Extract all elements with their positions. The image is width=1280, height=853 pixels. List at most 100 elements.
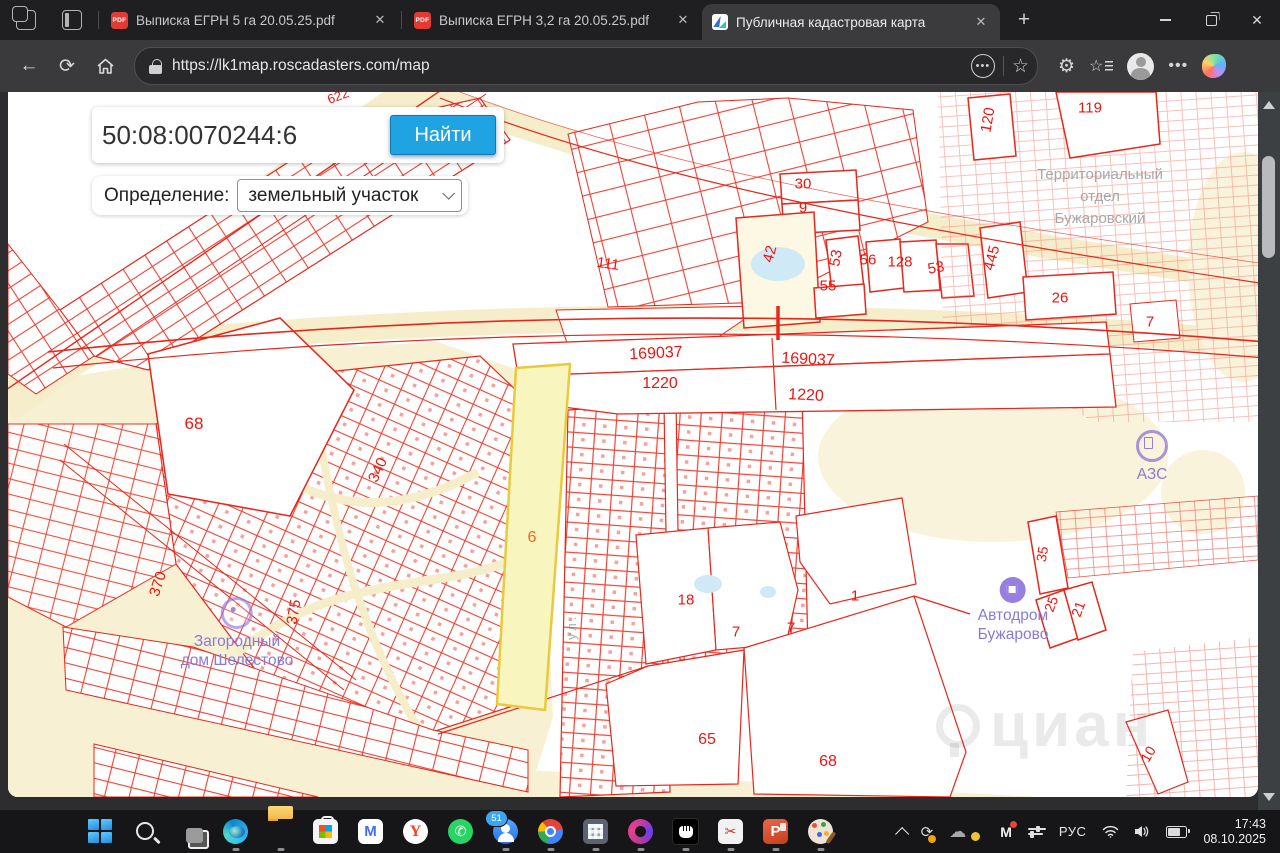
m-notify-icon[interactable]: M: [1000, 824, 1012, 840]
url-text[interactable]: https://lk1map.roscadasters.com/map: [172, 57, 971, 75]
onedrive-cloud-icon[interactable]: ☁: [949, 822, 966, 842]
poi-label: АЗС: [1137, 465, 1168, 484]
map-page: 6221113094253555612853445261201197169037…: [8, 92, 1258, 797]
site-more-icon[interactable]: •••: [971, 54, 995, 78]
tab-title: Выписка ЕГРН 3,2 га 20.05.25.pdf: [439, 13, 666, 28]
taskbar-yandex-browser[interactable]: Y: [393, 810, 438, 853]
tab-title: Выписка ЕГРН 5 га 20.05.25.pdf: [136, 13, 363, 28]
more-ellipsis-icon[interactable]: •••: [1168, 57, 1188, 75]
object-type-panel: Определение: земельный участок: [92, 176, 468, 215]
chevron-down-icon: [442, 187, 455, 200]
taskbar-fist-app[interactable]: [663, 810, 708, 853]
poi-racetrack[interactable]: АвтодромБужарово: [978, 577, 1049, 644]
taskbar-chrome[interactable]: [528, 810, 573, 853]
workspaces-icon[interactable]: [16, 10, 36, 30]
volume-icon[interactable]: [1135, 825, 1150, 838]
resort-pin-icon: [221, 597, 253, 629]
edge-icon: [223, 819, 248, 844]
favorite-star-icon[interactable]: ☆: [1012, 55, 1029, 78]
wifi-icon[interactable]: [1102, 825, 1119, 838]
favorites-bar-icon[interactable]: ☆: [1089, 56, 1113, 76]
start-button[interactable]: [78, 810, 123, 853]
watermark-pin-icon: [936, 704, 980, 748]
start-icon: [88, 819, 113, 844]
gas-station-pin-icon: [1136, 430, 1168, 462]
taskbar-paint[interactable]: [798, 810, 843, 853]
kadastr-map-icon: [712, 14, 728, 30]
language-indicator[interactable]: РУС: [1059, 824, 1087, 839]
extensions-icon[interactable]: ⚙: [1058, 55, 1075, 78]
admin-office-label: Территориальный отдел Бужаровский: [1037, 164, 1163, 230]
home-icon[interactable]: [88, 49, 122, 83]
taskbar-powerpoint[interactable]: P: [753, 810, 798, 853]
find-button[interactable]: Найти: [390, 115, 496, 155]
copilot-icon[interactable]: [1202, 54, 1226, 78]
mixer-icon[interactable]: [1028, 825, 1043, 838]
clock-time: 17:43: [1203, 817, 1266, 832]
taskbar-max-messenger[interactable]: M: [348, 810, 393, 853]
back-icon[interactable]: ←: [12, 49, 46, 83]
browser-tab-bar: PDF Выписка ЕГРН 5 га 20.05.25.pdf ✕ PDF…: [0, 0, 1280, 40]
lock-icon[interactable]: [149, 59, 162, 74]
system-tray: ⟳ ☁ M РУС 17:43 08.10.2025: [895, 817, 1280, 847]
scroll-down-icon[interactable]: [1263, 793, 1275, 801]
tab-close-icon[interactable]: ✕: [371, 12, 389, 28]
new-tab-button[interactable]: +: [1010, 6, 1038, 34]
snipping-tool-icon: ✂: [718, 819, 743, 844]
tab-title: Публичная кадастровая карта: [736, 15, 964, 30]
scrollbar-thumb[interactable]: [1262, 156, 1275, 258]
tab-cadastral-map-active[interactable]: Публичная кадастровая карта ✕: [702, 4, 1000, 40]
tab-pdf-2[interactable]: PDF Выписка ЕГРН 3,2 га 20.05.25.pdf ✕: [404, 3, 702, 37]
restore-button[interactable]: [1188, 0, 1234, 40]
tab-divider: [401, 11, 402, 29]
taskbar-file-explorer[interactable]: [258, 810, 303, 853]
onedrive-alert-badge: [970, 831, 981, 842]
tab-pdf-1[interactable]: PDF Выписка ЕГРН 5 га 20.05.25.pdf ✕: [101, 3, 399, 37]
search-panel: Найти: [92, 107, 504, 163]
tab-divider: [98, 11, 99, 29]
object-type-label: Определение:: [104, 185, 229, 207]
taskbar-edge[interactable]: [213, 810, 258, 853]
profile-avatar[interactable]: [1127, 53, 1154, 80]
taskbar-apps: M Y ✆ 51 ✂: [78, 810, 843, 853]
task-view-button[interactable]: [168, 810, 213, 853]
street-name-label: ул.: [564, 614, 579, 640]
close-button[interactable]: ✕: [1234, 0, 1280, 40]
poi-resort[interactable]: Загородныйдом Шелестово: [181, 597, 294, 670]
hidden-icons-chevron[interactable]: [895, 827, 909, 841]
cian-watermark: циан: [936, 690, 1154, 761]
taskbar-calculator[interactable]: [573, 810, 618, 853]
clock-date: 08.10.2025: [1203, 832, 1266, 847]
cadastral-number-input[interactable]: [100, 119, 390, 152]
taskbar-snipping-tool[interactable]: ✂: [708, 810, 753, 853]
poi-gas-station[interactable]: АЗС: [1136, 430, 1168, 484]
tab-close-icon[interactable]: ✕: [674, 12, 692, 28]
pdf-icon: PDF: [111, 12, 128, 29]
battery-icon[interactable]: [1166, 826, 1187, 838]
poi-label: дом Шелестово: [181, 651, 294, 670]
tab-close-icon[interactable]: ✕: [972, 14, 990, 30]
screen: PDF Выписка ЕГРН 5 га 20.05.25.pdf ✕ PDF…: [0, 0, 1280, 853]
address-bar[interactable]: https://lk1map.roscadasters.com/map ••• …: [134, 47, 1038, 85]
unread-badge: 51: [485, 810, 508, 827]
taskbar-office365[interactable]: [618, 810, 663, 853]
scroll-up-icon[interactable]: [1263, 101, 1275, 109]
refresh-icon[interactable]: ⟳: [50, 49, 84, 83]
page-scrollbar[interactable]: [1258, 92, 1280, 810]
taskbar-messenger[interactable]: 51: [483, 810, 528, 853]
taskbar-clock[interactable]: 17:43 08.10.2025: [1203, 817, 1266, 847]
yandex-browser-icon: Y: [403, 819, 428, 844]
object-type-select[interactable]: земельный участок: [237, 179, 462, 212]
taskbar-search-button[interactable]: [123, 810, 168, 853]
taskbar-microsoft-store[interactable]: [303, 810, 348, 853]
search-icon: [136, 822, 154, 840]
vertical-tabs-icon[interactable]: [62, 10, 82, 30]
task-view-icon: [188, 830, 209, 849]
calculator-icon: [583, 819, 608, 844]
taskbar-whatsapp[interactable]: ✆: [438, 810, 483, 853]
pdf-icon: PDF: [414, 12, 431, 29]
whatsapp-icon: ✆: [448, 819, 473, 844]
racetrack-pin-icon: [1000, 577, 1026, 603]
sync-icon[interactable]: ⟳: [921, 823, 934, 841]
minimize-button[interactable]: [1142, 0, 1188, 40]
